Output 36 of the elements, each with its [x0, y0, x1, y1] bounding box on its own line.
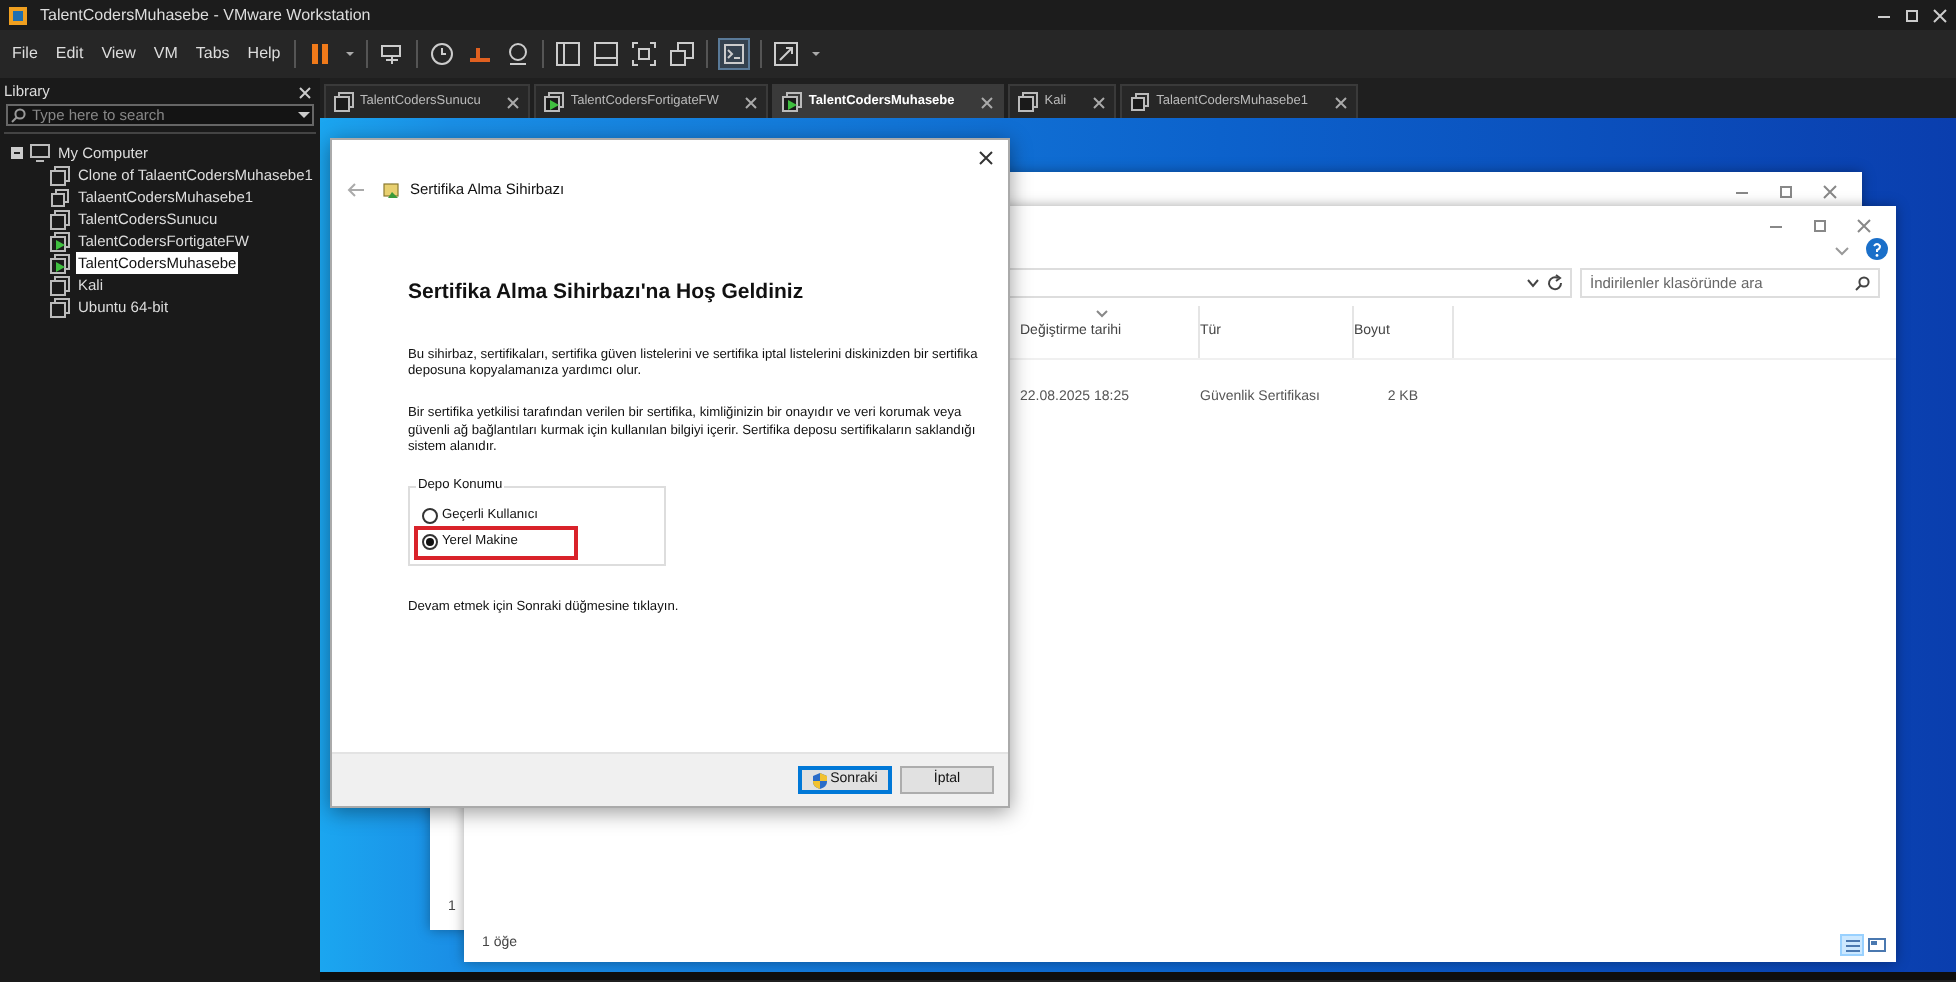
app-logo-icon: [8, 5, 28, 25]
search-icon: [10, 108, 26, 124]
clock-icon[interactable]: [428, 40, 457, 68]
close-icon[interactable]: [1334, 95, 1348, 109]
search-icon: [1854, 276, 1870, 292]
certificate-icon: [382, 179, 402, 200]
refresh-icon[interactable]: [1546, 274, 1564, 292]
close-icon[interactable]: [978, 150, 994, 166]
close-icon[interactable]: [744, 95, 759, 109]
dialog-heading: Sertifika Alma Sihirbazı'na Hoş Geldiniz: [408, 280, 806, 308]
menu-item[interactable]: Help: [243, 42, 285, 66]
window-title: TalentCodersMuhasebe - VMware Workstation: [40, 3, 371, 27]
sidebar-view-icon[interactable]: [554, 40, 583, 68]
radio-button[interactable]: [422, 534, 438, 551]
tiles-view-button[interactable]: [1864, 934, 1888, 956]
details-view-button[interactable]: [1840, 934, 1864, 956]
snapshot-manager-icon[interactable]: [504, 40, 533, 68]
thumbnail-view-icon[interactable]: [592, 40, 621, 68]
shield-icon: [812, 771, 829, 789]
full-screen-icon[interactable]: [630, 40, 659, 68]
computer-icon: [30, 144, 50, 162]
menu-item[interactable]: View: [97, 42, 140, 66]
stretch-icon[interactable]: [772, 40, 801, 68]
console-view-icon[interactable]: [718, 38, 751, 70]
menu-item[interactable]: Tabs: [191, 42, 234, 66]
help-icon[interactable]: [1866, 238, 1888, 260]
close-icon[interactable]: [1092, 95, 1107, 109]
maximize-icon[interactable]: [1904, 7, 1920, 23]
dropdown-arrow-icon[interactable]: [298, 110, 310, 122]
menu-item[interactable]: VM: [149, 42, 182, 66]
chevron-down-icon[interactable]: [1526, 276, 1540, 290]
menu-item[interactable]: Edit: [51, 42, 88, 66]
close-icon[interactable]: [506, 95, 521, 109]
menu-item[interactable]: File: [8, 42, 42, 66]
collapse-icon[interactable]: [10, 146, 24, 160]
radio-button[interactable]: [422, 508, 438, 525]
